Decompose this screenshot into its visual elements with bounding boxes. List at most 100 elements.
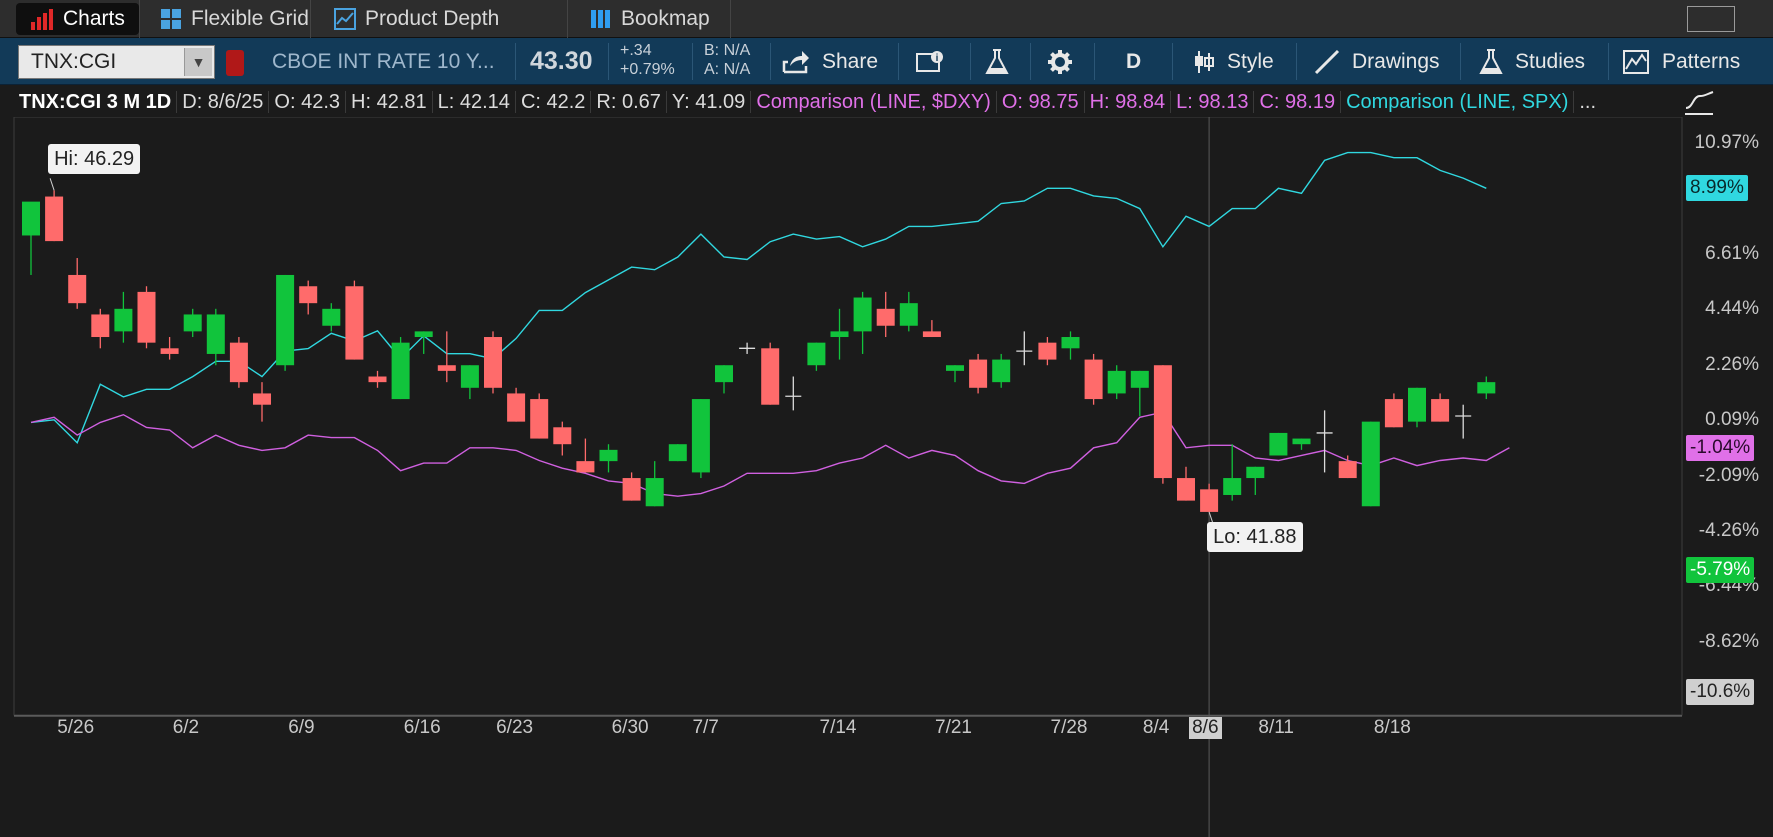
candle-body (45, 196, 64, 242)
toolbar-divider (970, 43, 971, 80)
toolbar-divider (608, 43, 609, 80)
info-date: D: 8/6/25 (177, 91, 270, 113)
x-tick-label: 8/18 (1373, 717, 1411, 738)
candle-body (414, 331, 433, 338)
link-group-icon[interactable] (226, 50, 244, 76)
tab-divider (567, 0, 568, 38)
gear-icon (1048, 49, 1072, 74)
settings-button[interactable] (1047, 38, 1073, 85)
patterns-icon (1623, 49, 1649, 74)
comparison-spx-label[interactable]: Comparison (LINE, SPX) (1341, 91, 1575, 113)
toolbar-divider (1460, 43, 1461, 80)
style-button[interactable]: Style (1193, 38, 1274, 85)
candle-body (299, 286, 318, 304)
candle-body (853, 297, 872, 332)
patterns-label: Patterns (1662, 49, 1741, 73)
dxy-close: C: 98.19 (1254, 91, 1342, 113)
net-change-percent: +0.79% (620, 61, 675, 78)
candle-body (1107, 370, 1126, 394)
pencil-icon (1314, 49, 1340, 74)
x-tick-label: 6/9 (288, 717, 315, 738)
studies-button[interactable]: Studies (1479, 38, 1585, 85)
low-label: Lo: 41.88 (1207, 521, 1303, 552)
tab-divider (139, 0, 140, 38)
tab-divider (310, 0, 311, 38)
chart-settings-button[interactable]: i (915, 38, 945, 85)
x-tick-label: 7/7 (692, 717, 719, 738)
net-change-value: +.34 (620, 42, 652, 59)
high-label: Hi: 46.29 (48, 144, 141, 175)
candle-body (91, 314, 110, 338)
candle-body (68, 274, 87, 304)
candle-body (1361, 421, 1380, 507)
drawings-button[interactable]: Drawings (1314, 38, 1440, 85)
candle-body (391, 342, 410, 400)
tab-label: Flexible Grid (191, 7, 309, 30)
x-tick-label: 8/4 (1142, 717, 1170, 738)
x-tick-label: 5/26 (57, 717, 95, 738)
tab-label: Charts (63, 7, 125, 30)
chevron-down-icon[interactable]: ▼ (184, 48, 212, 76)
price-chart[interactable] (0, 116, 1773, 837)
svg-text:i: i (936, 53, 939, 64)
x-tick-label: 6/30 (611, 717, 649, 738)
toolbar-divider (770, 43, 771, 80)
comparison-dxy-label[interactable]: Comparison (LINE, $DXY) (751, 91, 997, 113)
dxy-high: H: 98.84 (1085, 91, 1172, 113)
candle-body (530, 399, 549, 439)
patterns-button[interactable]: Patterns (1622, 38, 1740, 85)
spx-price-tag: 8.99% (1686, 175, 1748, 202)
candle-body (1408, 387, 1426, 422)
y-tick-label: -2.09% (1698, 464, 1759, 486)
timeframe-selector[interactable]: D (1126, 38, 1141, 85)
chart-area[interactable]: Hi: 46.29 Lo: 41.88 10.97% 6.61% 4.44% 2.26… (0, 116, 1773, 837)
x-tick-label: 8/11 (1258, 717, 1294, 738)
share-button[interactable]: Share (782, 38, 878, 85)
bottom-scale-tag: -10.6% (1686, 679, 1755, 706)
info-open: O: 42.3 (269, 91, 347, 113)
toolbar-divider (898, 43, 899, 80)
candle-body (1153, 365, 1172, 479)
info-high: H: 42.81 (346, 91, 433, 113)
tab-bookmap[interactable]: Bookmap (576, 3, 724, 35)
candle-body (460, 365, 479, 388)
candle-body (599, 449, 618, 462)
dxy-price-tag: -1.04% (1686, 434, 1755, 461)
candle-body (1269, 432, 1288, 456)
toolbar-divider (1172, 43, 1173, 80)
flask-icon (985, 48, 1009, 74)
candle-body (437, 365, 456, 371)
last-price: 43.30 (530, 47, 593, 75)
y-tick-label: 6.61% (1705, 243, 1759, 265)
top-tab-bar: Charts Flexible Grid Product Depth Bookm… (0, 0, 1773, 38)
tab-flexible-grid[interactable]: Flexible Grid (146, 3, 323, 35)
drawings-label: Drawings (1352, 49, 1440, 73)
candle-body (992, 359, 1011, 383)
last-price-tag: -5.79% (1686, 556, 1755, 583)
candle-body (668, 444, 687, 462)
y-tick-label: 4.44% (1705, 298, 1759, 320)
candle-body (922, 331, 941, 338)
candle-body (876, 308, 895, 326)
high-pointer (49, 178, 55, 191)
series-line-spx (30, 151, 1487, 444)
symbol-input[interactable]: TNX:CGI ▼ (18, 45, 215, 79)
toolbar-divider (692, 43, 693, 80)
toolbar-divider (515, 43, 516, 80)
ask-value: A: N/A (704, 61, 751, 78)
style-label: Style (1227, 49, 1274, 73)
bookmap-icon (591, 10, 610, 28)
candle-body (553, 427, 572, 445)
toolbar-divider (1030, 43, 1031, 80)
candle-body (137, 291, 156, 343)
trend-toggle-icon[interactable] (1683, 88, 1715, 116)
x-tick-label: 7/21 (935, 717, 972, 738)
info-more[interactable]: ... (1574, 91, 1601, 113)
tab-product-depth[interactable]: Product Depth (320, 3, 513, 35)
window-layout-button[interactable] (1687, 6, 1735, 32)
studies-lab-button[interactable] (985, 38, 1009, 85)
candle-body (183, 314, 202, 332)
candle-body (1246, 466, 1265, 479)
tab-charts[interactable]: Charts (16, 3, 139, 35)
candle-body (761, 348, 780, 405)
